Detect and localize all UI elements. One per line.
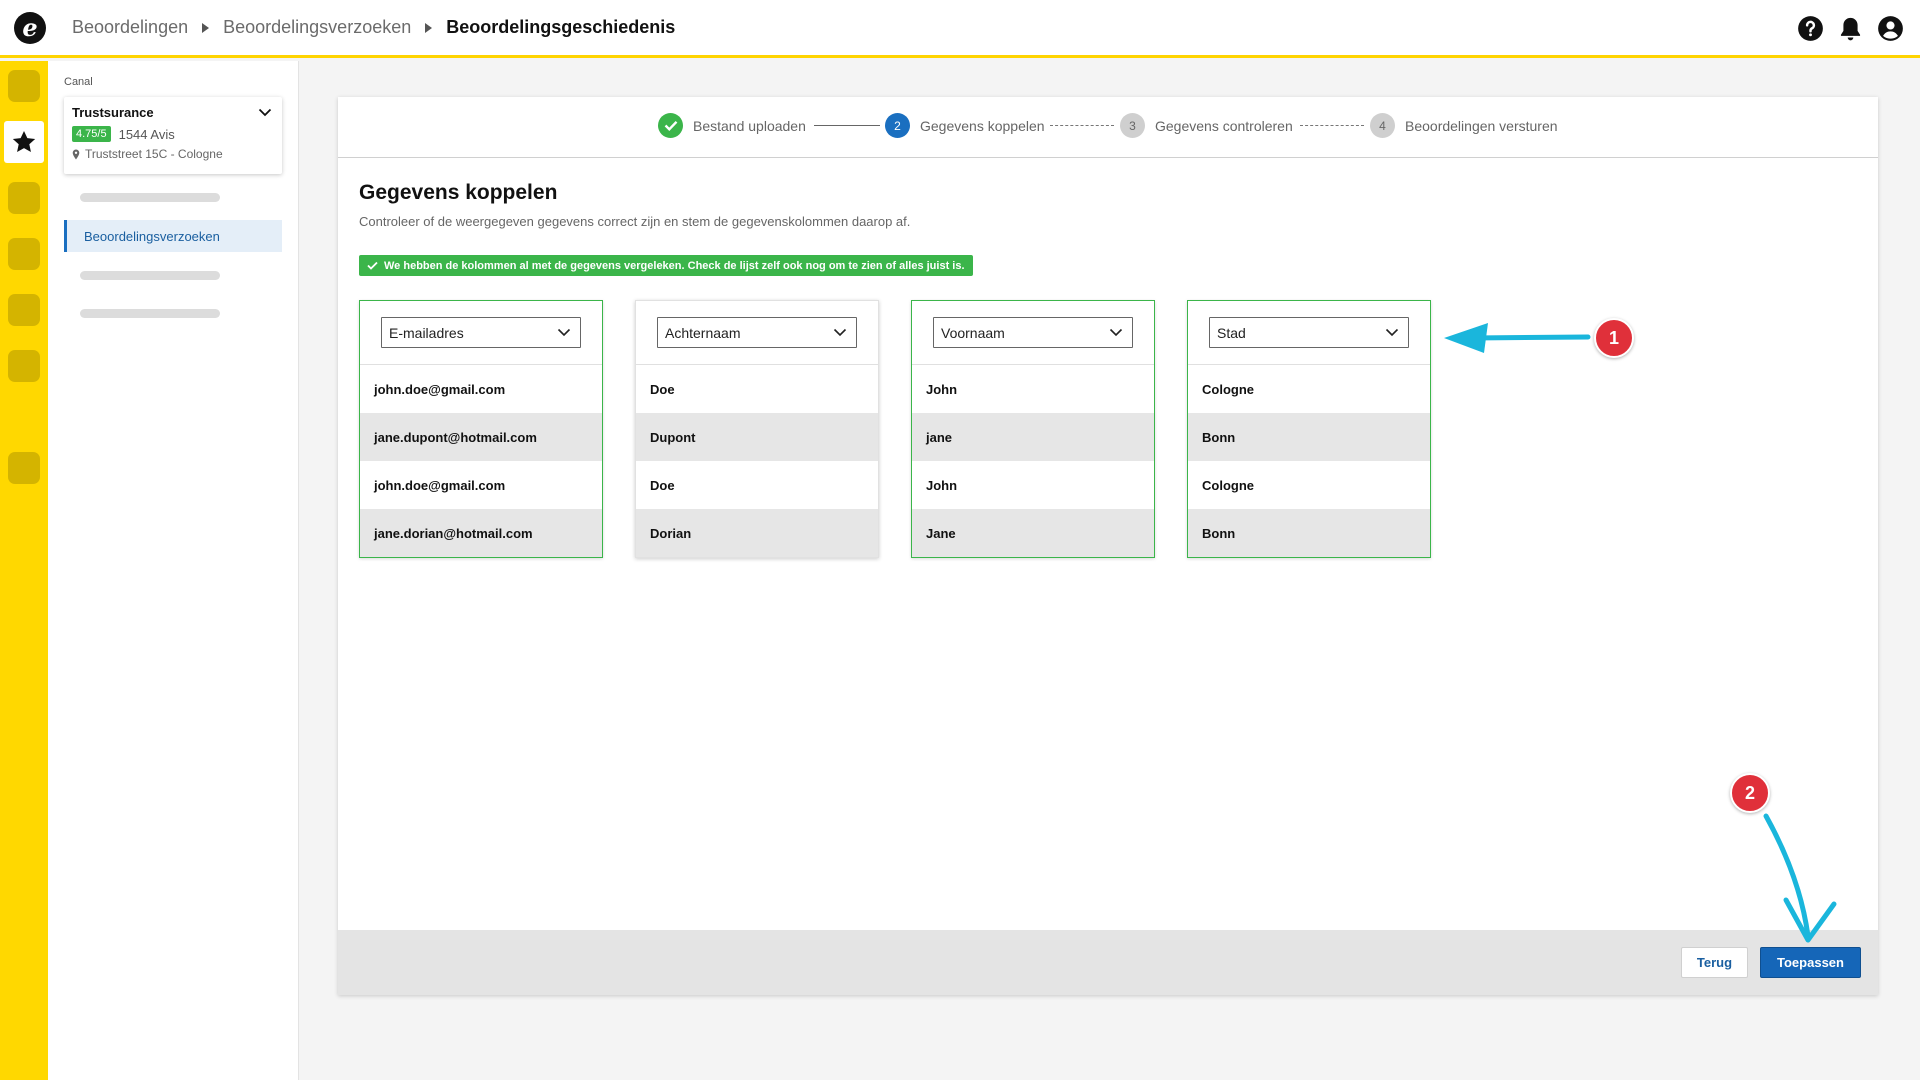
- select-value: E-mailadres: [389, 324, 464, 341]
- step-label: Gegevens controleren: [1155, 117, 1293, 134]
- sidebar: Canal Trustsurance 4.75/5 1544 Avis Trus…: [48, 61, 299, 1080]
- check-icon: [367, 261, 378, 270]
- apply-button[interactable]: Toepassen: [1760, 947, 1861, 978]
- sidebar-placeholder-item: [80, 193, 220, 202]
- review-count: 1544 Avis: [118, 126, 175, 142]
- rail-item-6[interactable]: [8, 350, 40, 382]
- table-cell: Jane: [912, 509, 1154, 557]
- success-message: We hebben de kolommen al met de gegevens…: [384, 259, 965, 272]
- breadcrumb-separator-icon: [202, 22, 210, 33]
- star-icon: [12, 130, 36, 152]
- select-value: Stad: [1217, 324, 1246, 341]
- company-address: Truststreet 15C - Cologne: [85, 147, 223, 161]
- help-icon[interactable]: [1797, 15, 1824, 42]
- column-type-select[interactable]: E-mailadres: [381, 317, 581, 348]
- step-connector: [1300, 125, 1364, 126]
- table-cell: Doe: [650, 477, 675, 493]
- table-cell: Doe: [650, 381, 675, 397]
- chevron-down-icon: [1109, 328, 1123, 337]
- step-3: 3 Gegevens controleren: [1120, 113, 1293, 138]
- table-cell: Dupont: [636, 413, 878, 461]
- column-header: Achternaam: [636, 301, 878, 365]
- success-banner: We hebben de kolommen al met de gegevens…: [359, 255, 973, 276]
- user-icon[interactable]: [1877, 15, 1904, 42]
- top-bar: e Beoordelingen Beoordelingsverzoeken Be…: [0, 0, 1920, 58]
- back-button[interactable]: Terug: [1681, 947, 1748, 978]
- breadcrumb-item-beoordelingsverzoeken[interactable]: Beoordelingsverzoeken: [223, 17, 411, 38]
- step-label: Gegevens koppelen: [920, 117, 1045, 134]
- mapping-column-email: E-mailadres john.doe@gmail.com jane.dupo…: [359, 300, 603, 558]
- company-name: Trustsurance: [72, 105, 154, 120]
- sidebar-item-label: Beoordelingsverzoeken: [84, 228, 220, 244]
- chevron-down-icon: [557, 328, 571, 337]
- sidebar-placeholder-item: [80, 309, 220, 318]
- rail-item-reviews[interactable]: [4, 121, 44, 163]
- company-selector[interactable]: Trustsurance 4.75/5 1544 Avis Truststree…: [64, 97, 282, 174]
- breadcrumb-item-current: Beoordelingsgeschiedenis: [446, 17, 676, 37]
- chevron-down-icon: [1385, 328, 1399, 337]
- column-type-select[interactable]: Voornaam: [933, 317, 1133, 348]
- table-cell: jane.dupont@hotmail.com: [360, 413, 602, 461]
- step-number: 3: [1120, 113, 1145, 138]
- select-value: Voornaam: [941, 324, 1005, 341]
- page-subtitle: Controleer of de weergegeven gegevens co…: [359, 214, 911, 229]
- table-cell: Bonn: [1188, 509, 1430, 557]
- table-cell: Dorian: [636, 509, 878, 557]
- header-actions: [1797, 15, 1904, 42]
- rating-badge: 4.75/5: [72, 126, 111, 142]
- rail-item-7[interactable]: [8, 452, 40, 484]
- mapping-column-city: Stad Cologne Bonn Cologne Bonn: [1187, 300, 1431, 558]
- column-header: E-mailadres: [360, 301, 602, 365]
- bell-icon[interactable]: [1837, 15, 1864, 42]
- step-label: Bestand uploaden: [693, 117, 806, 134]
- step-4: 4 Beoordelingen versturen: [1370, 113, 1558, 138]
- page-title: Gegevens koppelen: [359, 181, 558, 204]
- progress-stepper: Bestand uploaden 2 Gegevens koppelen 3 G…: [338, 97, 1878, 158]
- sidebar-placeholder-item: [80, 271, 220, 280]
- step-1: Bestand uploaden: [658, 113, 806, 138]
- column-header: Stad: [1188, 301, 1430, 365]
- sidebar-item-beoordelingsverzoeken[interactable]: Beoordelingsverzoeken: [64, 220, 282, 252]
- breadcrumb-separator-icon: [425, 22, 433, 33]
- table-cell: john.doe@gmail.com: [374, 477, 506, 493]
- table-cell: jane.dorian@hotmail.com: [360, 509, 602, 557]
- app-logo[interactable]: e: [14, 11, 46, 44]
- sidebar-section-label: Canal: [64, 76, 93, 88]
- company-rating-row: 4.75/5 1544 Avis: [72, 126, 274, 142]
- check-icon: [658, 113, 683, 138]
- panel-footer: Terug Toepassen: [338, 930, 1878, 995]
- rail-item-4[interactable]: [8, 238, 40, 270]
- step-label: Beoordelingen versturen: [1405, 117, 1558, 134]
- table-cell: Cologne: [1202, 477, 1254, 493]
- column-type-select[interactable]: Achternaam: [657, 317, 857, 348]
- rail-item-5[interactable]: [8, 294, 40, 326]
- table-cell: jane: [912, 413, 1154, 461]
- table-cell: Bonn: [1188, 413, 1430, 461]
- mapping-column-firstname: Voornaam John jane John Jane: [911, 300, 1155, 558]
- chevron-down-icon[interactable]: [258, 107, 272, 117]
- table-cell: john.doe@gmail.com: [374, 381, 506, 397]
- step-connector: [814, 125, 880, 126]
- mapping-panel: Bestand uploaden 2 Gegevens koppelen 3 G…: [338, 97, 1878, 995]
- mapping-column-lastname: Achternaam Doe Dupont Doe Dorian: [635, 300, 879, 558]
- step-2: 2 Gegevens koppelen: [885, 113, 1045, 138]
- rail-item-1[interactable]: [8, 70, 40, 102]
- table-cell: John: [926, 381, 958, 397]
- rail-item-3[interactable]: [8, 182, 40, 214]
- location-pin-icon: [72, 149, 80, 159]
- column-type-select[interactable]: Stad: [1209, 317, 1409, 348]
- left-rail: [0, 61, 48, 1080]
- step-number: 4: [1370, 113, 1395, 138]
- step-number: 2: [885, 113, 910, 138]
- select-value: Achternaam: [665, 324, 741, 341]
- table-cell: Cologne: [1202, 381, 1254, 397]
- company-address-row: Truststreet 15C - Cologne: [72, 147, 274, 161]
- step-connector: [1050, 125, 1114, 126]
- breadcrumb: Beoordelingen Beoordelingsverzoeken Beoo…: [72, 17, 675, 38]
- chevron-down-icon: [833, 328, 847, 337]
- column-header: Voornaam: [912, 301, 1154, 365]
- table-cell: John: [926, 477, 958, 493]
- breadcrumb-item-beoordelingen[interactable]: Beoordelingen: [72, 17, 188, 38]
